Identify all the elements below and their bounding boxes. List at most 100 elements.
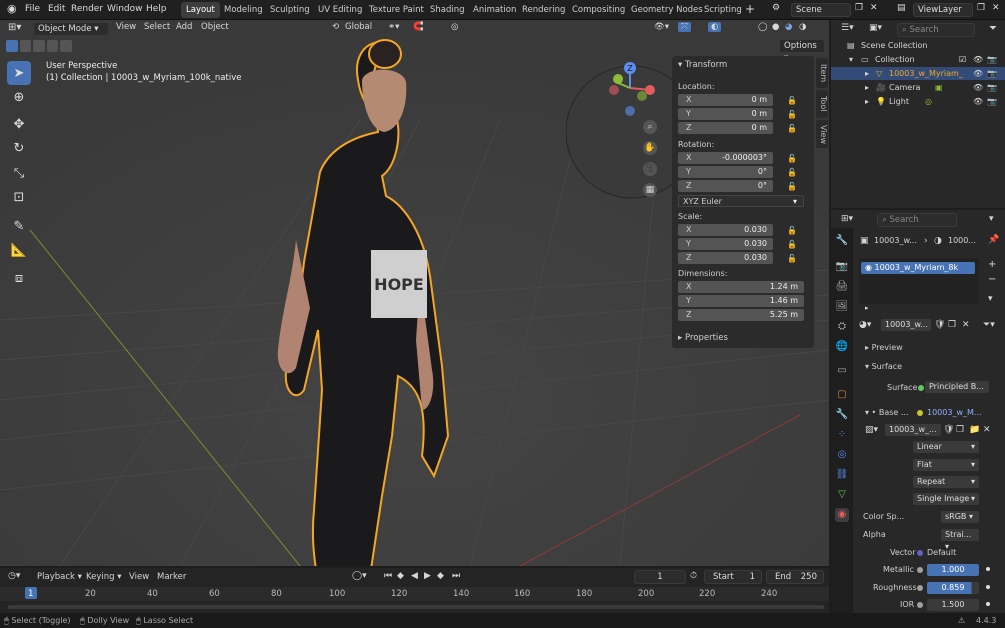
tool-tab-icon[interactable]: 🔧 xyxy=(835,234,849,248)
tab-compositing[interactable]: Compositing xyxy=(567,2,630,18)
remove-slot-icon[interactable]: − xyxy=(988,274,996,285)
menu-select[interactable]: Select xyxy=(144,22,170,32)
outliner-row-collection[interactable]: ▾ ▭ Collection ☑ 👁 📷 xyxy=(831,53,1005,66)
lock-icon[interactable]: 🔓 xyxy=(787,154,797,163)
menu-marker[interactable]: Marker xyxy=(157,572,186,582)
remove-view-layer-icon[interactable]: ✕ xyxy=(992,3,1000,13)
material-slot-list[interactable]: ◉ 10003_w_Myriam_8k xyxy=(859,258,979,304)
gizmo-y-axis[interactable] xyxy=(613,74,623,84)
rotation-x-field[interactable]: X -0.000003° xyxy=(678,152,773,164)
gizmo-toggle-icon[interactable]: ⤧ xyxy=(678,22,691,32)
lock-icon[interactable]: 🔓 xyxy=(787,240,797,249)
gizmo-neg-z-axis[interactable] xyxy=(625,106,635,116)
material-name-field[interactable]: 10003_w... xyxy=(881,319,931,331)
lock-icon[interactable]: 🔓 xyxy=(787,254,797,263)
scene-icon[interactable]: ⚙ xyxy=(772,3,780,13)
camera-render-icon[interactable]: 📷 xyxy=(987,95,997,108)
expand-icon[interactable]: ▸ xyxy=(865,81,869,94)
menu-render[interactable]: Render xyxy=(71,4,103,14)
play-reverse-icon[interactable]: ◀ xyxy=(411,571,418,581)
prev-keyframe-icon[interactable]: ◆ xyxy=(397,571,404,581)
shader-socket-icon[interactable] xyxy=(918,385,924,391)
material-browse-icon[interactable]: ◕▾ xyxy=(859,320,871,330)
solid-shading-icon[interactable]: ● xyxy=(772,22,779,32)
tab-layout[interactable]: Layout xyxy=(181,2,220,18)
scene-tab-icon[interactable]: ⛭ xyxy=(835,320,849,334)
tab-modeling[interactable]: Modeling xyxy=(219,2,268,18)
timeline-editor-icon[interactable]: ◷▾ xyxy=(8,571,20,581)
menu-add[interactable]: Add xyxy=(176,22,192,32)
breadcrumb-material[interactable]: 1000... xyxy=(948,236,976,245)
ior-field[interactable]: 1.500 xyxy=(927,599,979,611)
overlay-toggle-icon[interactable]: ◐ xyxy=(708,22,722,32)
select-box-tool-icon[interactable]: ➤ xyxy=(7,61,31,85)
image-name-field[interactable]: 10003_w_... xyxy=(885,424,941,436)
duplicate-icon[interactable]: ❐ xyxy=(956,425,964,435)
filter-icon[interactable]: ⏷ xyxy=(989,23,997,34)
menu-window[interactable]: Window xyxy=(107,4,143,14)
proportional-edit-icon[interactable]: ◎ xyxy=(451,22,458,32)
rotation-mode-dropdown[interactable]: XYZ Euler ▾ xyxy=(678,195,804,207)
tab-item[interactable]: Item xyxy=(816,58,828,88)
measure-tool-icon[interactable]: 📐 xyxy=(7,238,31,262)
scale-tool-icon[interactable]: ⤡ xyxy=(7,161,31,185)
gizmo-x-axis[interactable] xyxy=(645,85,655,95)
tab-rendering[interactable]: Rendering xyxy=(517,2,570,18)
keyframe-dot-icon[interactable] xyxy=(986,585,990,589)
view-layer-selector[interactable]: ViewLayer xyxy=(913,3,973,17)
slot-menu-icon[interactable]: ▾ xyxy=(988,294,993,304)
surface-panel-header[interactable]: ▾ Surface xyxy=(865,362,902,371)
fake-user-icon[interactable]: 🛡 xyxy=(943,425,954,435)
play-icon[interactable]: ▶ xyxy=(424,571,431,581)
eye-icon[interactable]: 👁 xyxy=(973,81,983,94)
object-tab-icon[interactable]: ▢ xyxy=(835,388,849,402)
pin-icon[interactable]: 📌 xyxy=(988,235,999,245)
scale-y-field[interactable]: Y 0.030 xyxy=(678,238,773,250)
tab-view[interactable]: View xyxy=(816,120,828,148)
lock-icon[interactable]: 🔓 xyxy=(787,182,797,191)
snap-icon[interactable]: 🧲 xyxy=(413,22,424,32)
pivot-icon[interactable]: ⚭▾ xyxy=(388,22,399,32)
properties-header[interactable]: ▸ Properties xyxy=(678,333,728,343)
material-tab-icon[interactable]: ◉ xyxy=(835,508,849,522)
metallic-slider[interactable]: 1.000 xyxy=(927,564,979,576)
material-slot-item[interactable]: ◉ 10003_w_Myriam_8k xyxy=(861,262,975,274)
select-new-icon[interactable] xyxy=(6,40,18,52)
tab-shading[interactable]: Shading xyxy=(425,2,470,18)
orientation-icon[interactable]: ⟲ xyxy=(332,22,339,32)
camera-render-icon[interactable]: 📷 xyxy=(987,53,997,66)
eye-icon[interactable]: 👁 xyxy=(973,95,983,108)
remove-scene-icon[interactable]: ✕ xyxy=(870,3,878,13)
eye-icon[interactable]: 👁 xyxy=(973,53,983,66)
expand-icon[interactable]: ▸ xyxy=(865,67,869,80)
select-extend-icon[interactable] xyxy=(19,40,32,52)
end-frame-field[interactable]: End 250 xyxy=(766,570,824,584)
move-tool-icon[interactable]: ✥ xyxy=(7,112,31,136)
lock-icon[interactable]: 🔓 xyxy=(787,168,797,177)
tab-tool[interactable]: Tool xyxy=(816,90,828,118)
menu-playback[interactable]: Playback ▾ xyxy=(37,572,82,582)
dimensions-z-field[interactable]: Z 5.25 m xyxy=(678,309,804,321)
rendered-shading-icon[interactable]: ◑ xyxy=(799,22,806,32)
blender-logo-icon[interactable]: ◉ xyxy=(7,2,17,15)
location-z-field[interactable]: Z0 m xyxy=(678,122,773,134)
surface-shader-field[interactable]: Principled B... xyxy=(925,381,989,393)
location-y-field[interactable]: Y0 m xyxy=(678,108,773,120)
constraints-tab-icon[interactable]: ⛓ xyxy=(835,468,849,482)
outliner-row-myriam[interactable]: ▸ ▽ 10003_w_Myriam_ 👁 📷 xyxy=(831,67,1005,80)
extension-dropdown[interactable]: Repeat ▾ xyxy=(913,476,979,488)
menu-file[interactable]: File xyxy=(25,4,40,14)
location-x-field[interactable]: X0 m xyxy=(678,94,773,106)
camera-view-icon[interactable]: 🎥 xyxy=(643,162,657,176)
link-type-icon[interactable]: ⏷▾ xyxy=(983,320,995,330)
alpha-mode-dropdown[interactable]: Strai... ▾ xyxy=(941,529,979,551)
jump-end-icon[interactable]: ⏭ xyxy=(452,571,460,581)
options-dropdown[interactable]: Options ▾ xyxy=(779,39,825,63)
annotate-tool-icon[interactable]: ✎ xyxy=(7,214,31,238)
unlink-icon[interactable]: ✕ xyxy=(962,320,970,330)
select-invert-icon[interactable] xyxy=(46,40,59,52)
current-frame-field[interactable]: 1 xyxy=(634,570,686,584)
visibility-icon[interactable]: 👁▾ xyxy=(654,22,669,32)
cursor-tool-icon[interactable]: ⊕ xyxy=(7,85,31,109)
select-subtract-icon[interactable] xyxy=(33,40,45,52)
